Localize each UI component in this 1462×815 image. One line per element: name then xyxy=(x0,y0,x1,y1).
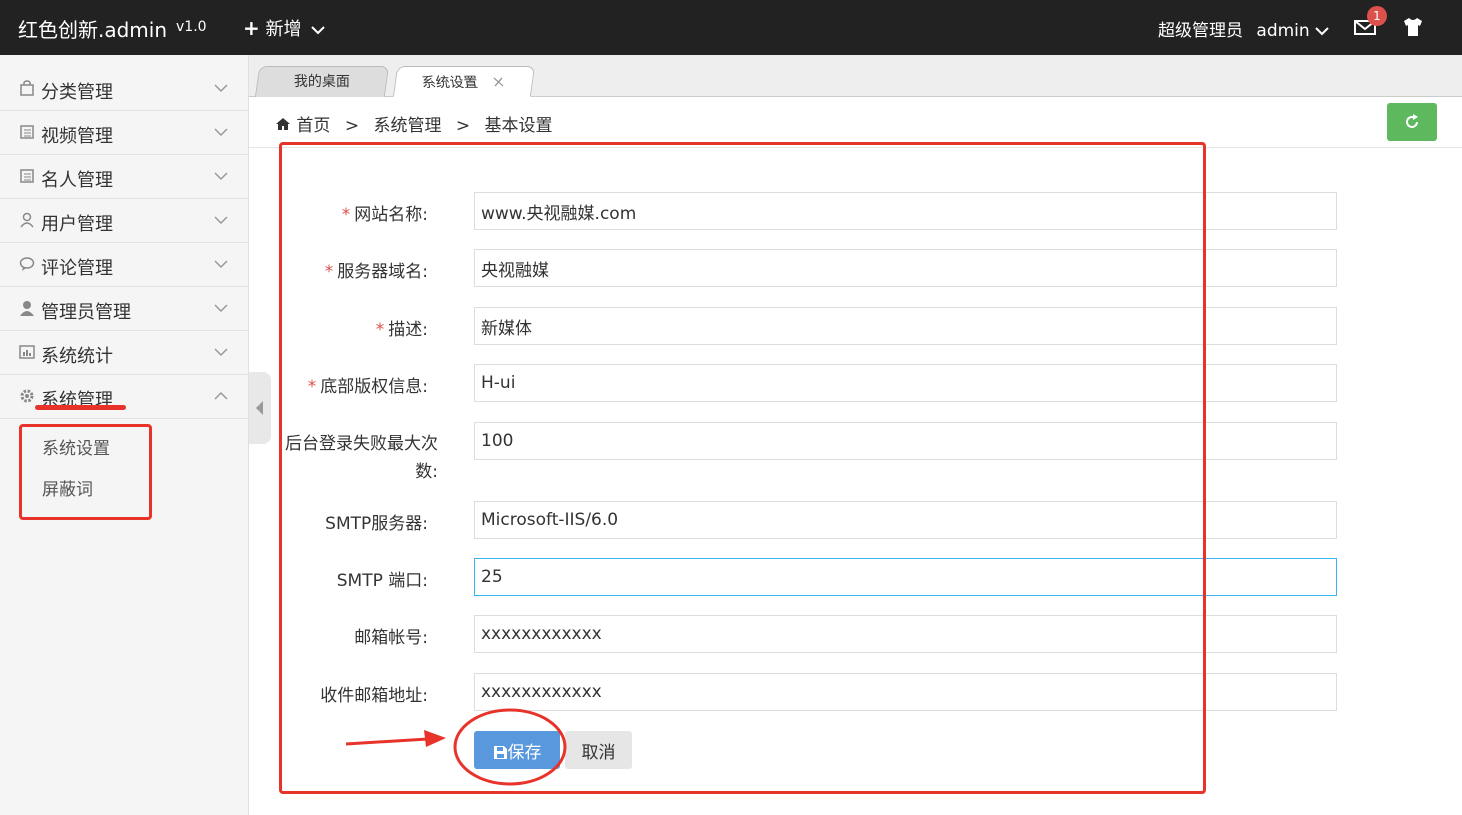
chevron-down-icon xyxy=(214,172,228,181)
sidebar-item-users[interactable]: 用户管理 xyxy=(0,199,249,243)
sidebar-item-label: 视频管理 xyxy=(41,126,113,147)
add-new-label: 新增 xyxy=(265,19,302,40)
chevron-down-icon xyxy=(214,260,228,269)
caret-left-icon xyxy=(256,401,263,415)
required-mark: * xyxy=(375,320,385,340)
sidebar-item-video[interactable]: 视频管理 xyxy=(0,111,249,155)
sidebar-item-label: 分类管理 xyxy=(41,82,113,103)
list-icon xyxy=(20,169,34,183)
receiver-email-label: 收件邮箱地址: xyxy=(320,686,428,706)
sidebar-item-system[interactable]: 系统管理 xyxy=(0,375,249,419)
tab-bar: 我的桌面 系统设置 × xyxy=(249,55,1462,97)
chevron-down-icon xyxy=(1315,27,1329,36)
add-new-menu[interactable]: + 新增 xyxy=(243,15,325,41)
description-label: * 描述: xyxy=(375,320,428,340)
sidebar: 分类管理 视频管理 名人管理 用户管理 评论管理 管理员管理 系统统计 系统管理… xyxy=(0,55,249,815)
sidebar-item-label: 名人管理 xyxy=(41,170,113,191)
message-count-badge: 1 xyxy=(1367,6,1387,26)
server-domain-label: * 服务器域名: xyxy=(324,262,428,282)
brand-logo[interactable]: 红色创新.admin xyxy=(18,14,167,43)
required-mark: * xyxy=(307,377,317,397)
smtp-port-input[interactable] xyxy=(474,558,1337,596)
max-login-failures-input[interactable] xyxy=(474,422,1337,460)
home-icon xyxy=(276,118,290,130)
chevron-down-icon xyxy=(214,216,228,225)
user-role: 超级管理员 xyxy=(1158,21,1243,41)
breadcrumb-separator: > xyxy=(344,116,360,136)
plus-icon: + xyxy=(243,16,260,40)
tab-label: 系统设置 xyxy=(421,75,480,91)
username: admin xyxy=(1256,21,1310,41)
user-menu[interactable]: 超级管理员 admin xyxy=(1158,16,1329,41)
sidebar-item-label: 系统统计 xyxy=(41,346,113,367)
copyright-input[interactable] xyxy=(474,364,1337,402)
annotation-underline xyxy=(35,405,126,410)
top-navbar: 红色创新.admin v1.0 + 新增 超级管理员 admin 1 xyxy=(0,0,1462,55)
breadcrumb-basic-settings: 基本设置 xyxy=(484,116,553,136)
submenu-item-settings[interactable]: 系统设置 xyxy=(42,434,110,459)
receiver-email-input[interactable] xyxy=(474,673,1337,711)
server-domain-input[interactable] xyxy=(474,249,1337,287)
comment-icon xyxy=(19,257,35,271)
sidebar-item-comments[interactable]: 评论管理 xyxy=(0,243,249,287)
save-label: 保存 xyxy=(507,742,542,763)
sidebar-item-label: 评论管理 xyxy=(41,258,113,279)
required-mark: * xyxy=(324,262,334,282)
chevron-down-icon xyxy=(311,26,325,35)
annotation-arrow-head xyxy=(424,730,446,747)
save-button[interactable]: 保存 xyxy=(474,731,560,769)
sidebar-item-label: 用户管理 xyxy=(41,214,113,235)
email-account-label: 邮箱帐号: xyxy=(354,628,428,648)
refresh-button[interactable] xyxy=(1387,103,1437,141)
smtp-port-label: SMTP 端口: xyxy=(336,571,428,591)
tab-desktop[interactable]: 我的桌面 xyxy=(254,66,390,97)
sidebar-item-stats[interactable]: 系统统计 xyxy=(0,331,249,375)
breadcrumb-divider xyxy=(249,147,1462,148)
close-icon[interactable]: × xyxy=(490,67,508,97)
annotation-arrow-shaft xyxy=(345,737,429,746)
refresh-icon xyxy=(1406,114,1418,128)
version-label: v1.0 xyxy=(176,19,207,35)
sidebar-item-label: 管理员管理 xyxy=(41,302,131,323)
copyright-label: * 底部版权信息: xyxy=(307,377,428,397)
cancel-button[interactable]: 取消 xyxy=(565,731,632,769)
bag-icon xyxy=(20,80,34,96)
sidebar-collapse-handle[interactable] xyxy=(249,372,271,444)
floppy-icon xyxy=(493,745,507,759)
admin-icon xyxy=(20,301,34,316)
max-login-failures-label: 后台登录失败最大次数: xyxy=(285,434,438,482)
breadcrumb-system: 系统管理 xyxy=(373,116,442,136)
chevron-down-icon xyxy=(214,84,228,93)
chevron-up-icon xyxy=(214,391,228,400)
email-account-input[interactable] xyxy=(474,615,1337,653)
sidebar-item-category[interactable]: 分类管理 xyxy=(0,67,249,111)
breadcrumb: 首页 > 系统管理 > 基本设置 xyxy=(275,111,553,136)
sidebar-item-celebrity[interactable]: 名人管理 xyxy=(0,155,249,199)
breadcrumb-separator: > xyxy=(455,116,471,136)
site-name-label: * 网站名称: xyxy=(341,205,428,225)
user-icon xyxy=(20,212,34,228)
sidebar-item-admins[interactable]: 管理员管理 xyxy=(0,287,249,331)
list-icon xyxy=(20,125,34,139)
stats-icon xyxy=(19,345,35,359)
chevron-down-icon xyxy=(214,128,228,137)
chevron-down-icon xyxy=(214,304,228,313)
smtp-server-input[interactable] xyxy=(474,501,1337,539)
tab-label: 我的桌面 xyxy=(293,74,350,90)
site-name-input[interactable] xyxy=(474,192,1337,230)
description-input[interactable] xyxy=(474,307,1337,345)
tab-system-settings[interactable]: 系统设置 × xyxy=(392,66,536,97)
submenu-item-blocked-words[interactable]: 屏蔽词 xyxy=(42,475,93,500)
required-mark: * xyxy=(341,205,351,225)
skin-shirt-icon[interactable] xyxy=(1402,17,1424,37)
gear-icon xyxy=(20,389,34,403)
chevron-down-icon xyxy=(214,348,228,357)
breadcrumb-home[interactable]: 首页 xyxy=(296,116,330,136)
smtp-server-label: SMTP服务器: xyxy=(325,514,428,534)
